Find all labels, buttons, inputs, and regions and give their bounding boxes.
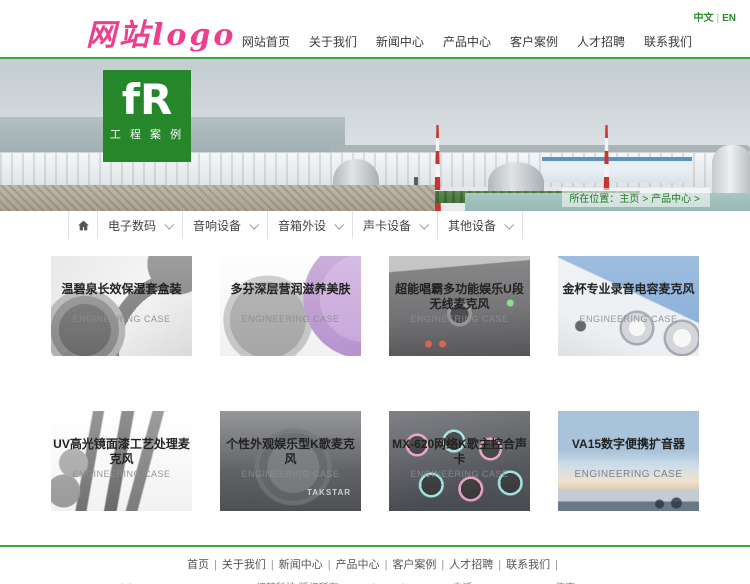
footer-link-contact[interactable]: 联系我们 [506,559,550,571]
page: 中文 | EN 网站logo 网站首页 关于我们 新闻中心 产品中心 客户案例 人才… [0,0,750,584]
product-overlay-text: ENGINEERING CASE [241,469,340,479]
product-title[interactable]: 多芬深层营润滋养美肤 [221,282,360,297]
chevron-down-icon [249,219,260,230]
lang-separator: | [716,13,720,24]
tab-label: 电子数码 [107,218,156,233]
footer-separator: | [498,559,502,571]
main-nav: 网站首页 关于我们 新闻中心 产品中心 客户案例 人才招聘 联系我们 [242,33,692,50]
lang-en-link[interactable]: EN [722,13,736,24]
breadcrumb-separator: > [642,194,649,205]
product-overlay-text: ENGINEERING CASE [410,469,509,479]
product-card[interactable]: 超能唱霸多功能娱乐U段无线麦克风 ENGINEERING CASE [389,256,530,356]
footer-link-home[interactable]: 首页 [187,559,209,571]
breadcrumb-home-link[interactable]: 主页 [619,194,639,205]
footer-separator: | [327,559,331,571]
product-overlay-text: ENGINEERING CASE [72,314,171,324]
home-icon [77,220,89,230]
product-image-blue-soundcard: 金杯专业录音电容麦克风 ENGINEERING CASE [558,256,699,356]
tab-label: 音响设备 [192,218,241,233]
language-switcher: 中文 | EN [693,9,736,24]
category-tabbar: 电子数码 音响设备 音箱外设 声卡设备 其他设备 [68,211,750,239]
product-grid: 温碧泉长效保湿套盒装 ENGINEERING CASE 多芬深层营润滋养美肤 E… [35,256,715,511]
product-card[interactable]: 个性外观娱乐型K歌麦克风 ENGINEERING CASE TAKSTAR [220,411,361,511]
breadcrumb: 所在位置：主页 > 产品中心 > [562,188,710,207]
product-brand-text: TAKSTAR [306,488,351,497]
breadcrumb-current-link[interactable]: 产品中心 [651,194,691,205]
chevron-down-icon [164,219,175,230]
site-logo[interactable]: 网站logo [86,10,236,54]
product-title[interactable]: 超能唱霸多功能娱乐U段无线麦克风 [390,282,529,312]
lang-zh-link[interactable]: 中文 [693,13,713,24]
product-overlay-text: ENGINEERING CASE [579,314,678,324]
hero-banner: fR 工 程 案 例 所在位置：主页 > 产品中心 > [0,59,750,211]
tab-soundcard-equipment[interactable]: 声卡设备 [353,211,438,239]
site-footer: 首页 | 关于我们 | 新闻中心 | 产品中心 | 客户案例 | 人才招聘 | 联系我们 | Copyri… [0,545,750,584]
product-row: UV高光镜面漆工艺处理麦克风 ENGINEERING CASE 个性外观娱乐型K… [35,411,715,511]
tab-label: 声卡设备 [362,218,411,233]
tab-audio-equipment[interactable]: 音响设备 [183,211,268,239]
product-card[interactable]: MX-620网络K歌主控合声卡 ENGINEERING CASE [389,411,530,511]
home-tab[interactable] [69,211,98,239]
footer-link-products[interactable]: 产品中心 [336,559,380,571]
footer-link-about[interactable]: 关于我们 [222,559,266,571]
site-header: 中文 | EN 网站logo 网站首页 关于我们 新闻中心 产品中心 客户案例 人才… [0,0,750,57]
engineering-case-badge: fR 工 程 案 例 [103,70,191,162]
product-image-speaker: 个性外观娱乐型K歌麦克风 ENGINEERING CASE TAKSTAR [220,411,361,511]
breadcrumb-label: 所在位置： [569,194,620,205]
nav-products[interactable]: 产品中心 [443,33,491,50]
copyright-line: Copyright © 2002-2011 DEDECMS. 织梦科技 版权所有… [0,579,750,584]
tab-label: 其他设备 [447,218,496,233]
tab-label: 音箱外设 [277,218,326,233]
footer-link-cases[interactable]: 客户案例 [392,559,436,571]
product-title[interactable]: UV高光镜面漆工艺处理麦克风 [52,437,191,467]
footer-link-jobs[interactable]: 人才招聘 [449,559,493,571]
footer-separator: | [441,559,445,571]
footer-separator: | [213,559,217,571]
product-image-purple-microphone: 多芬深层营润滋养美肤 ENGINEERING CASE [220,256,361,356]
footer-nav: 首页 | 关于我们 | 新闻中心 | 产品中心 | 客户案例 | 人才招聘 | 联系我们 | [0,556,750,572]
product-image-headphones: 温碧泉长效保湿套盒装 ENGINEERING CASE [51,256,192,356]
hero-embankment [0,185,435,211]
nav-about[interactable]: 关于我们 [309,33,357,50]
product-title[interactable]: MX-620网络K歌主控合声卡 [390,437,529,467]
nav-news[interactable]: 新闻中心 [376,33,424,50]
product-title[interactable]: 个性外观娱乐型K歌麦克风 [221,437,360,467]
chevron-down-icon [334,219,345,230]
nav-jobs[interactable]: 人才招聘 [577,33,625,50]
product-card[interactable]: 金杯专业录音电容麦克风 ENGINEERING CASE [558,256,699,356]
nav-home[interactable]: 网站首页 [242,33,290,50]
product-card[interactable]: 多芬深层营润滋养美肤 ENGINEERING CASE [220,256,361,356]
footer-separator: | [270,559,274,571]
footer-separator: | [384,559,388,571]
badge-logo-text: fR [121,75,173,124]
product-image-mixer-soundcard: MX-620网络K歌主控合声卡 ENGINEERING CASE [389,411,530,511]
product-card[interactable]: UV高光镜面漆工艺处理麦克风 ENGINEERING CASE [51,411,192,511]
product-row: 温碧泉长效保湿套盒装 ENGINEERING CASE 多芬深层营润滋养美肤 E… [35,256,715,356]
footer-separator: | [555,559,558,571]
tab-other-equipment[interactable]: 其他设备 [438,211,523,239]
product-overlay-text: ENGINEERING CASE [410,314,509,324]
product-title[interactable]: 温碧泉长效保湿套盒装 [52,282,191,297]
badge-subtitle: 工 程 案 例 [109,129,185,142]
product-title[interactable]: VA15数字便携扩音器 [559,437,698,452]
product-card[interactable]: VA15数字便携扩音器 ENGINEERING CASE [558,411,699,511]
tab-electronics[interactable]: 电子数码 [98,211,183,239]
breadcrumb-separator: > [694,194,700,205]
product-overlay-text: ENGINEERING CASE [574,469,683,480]
product-overlay-text: ENGINEERING CASE [72,469,171,479]
chevron-down-icon [504,219,515,230]
footer-link-news[interactable]: 新闻中心 [279,559,323,571]
product-image-portable-amplifier: VA15数字便携扩音器 ENGINEERING CASE [558,411,699,511]
product-overlay-text: ENGINEERING CASE [241,314,340,324]
product-image-amplifier: 超能唱霸多功能娱乐U段无线麦克风 ENGINEERING CASE [389,256,530,356]
nav-cases[interactable]: 客户案例 [510,33,558,50]
product-title[interactable]: 金杯专业录音电容麦克风 [559,282,698,297]
product-card[interactable]: 温碧泉长效保湿套盒装 ENGINEERING CASE [51,256,192,356]
chevron-down-icon [419,219,430,230]
tab-speaker-peripherals[interactable]: 音箱外设 [268,211,353,239]
nav-contact[interactable]: 联系我们 [644,33,692,50]
hero-blue-building [542,157,692,183]
product-image-uv-microphones: UV高光镜面漆工艺处理麦克风 ENGINEERING CASE [51,411,192,511]
